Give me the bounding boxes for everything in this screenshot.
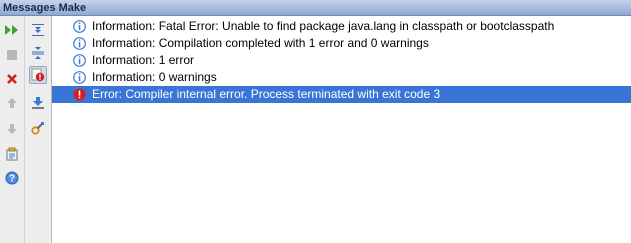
previous-message-button[interactable] [3, 94, 21, 112]
rerun-icon [5, 25, 18, 35]
previous-icon [7, 98, 17, 108]
right-toolbar [25, 16, 52, 243]
settings-button[interactable] [29, 119, 47, 137]
info-icon [73, 37, 86, 50]
window-title: Messages Make [3, 2, 87, 14]
messages-titlebar: Messages Make [0, 0, 631, 16]
autoscroll-button[interactable] [29, 94, 47, 112]
collapse-all-button[interactable] [29, 44, 47, 62]
rerun-button[interactable] [3, 21, 21, 39]
filter-errors-icon [31, 68, 45, 82]
filter-errors-button[interactable] [29, 66, 47, 84]
message-row-selected[interactable]: Error: Compiler internal error. Process … [52, 86, 631, 103]
error-icon [73, 88, 86, 101]
expand-all-button[interactable] [29, 21, 47, 39]
svg-text:?: ? [9, 174, 15, 185]
collapse-all-icon [32, 47, 44, 59]
settings-icon [31, 122, 44, 135]
help-icon: ? [5, 171, 19, 185]
help-button[interactable]: ? [3, 169, 21, 187]
info-icon [73, 20, 86, 33]
close-button[interactable] [3, 70, 21, 88]
messages-list[interactable]: Information: Fatal Error: Unable to find… [52, 16, 631, 243]
autoscroll-icon [32, 97, 44, 109]
message-row[interactable]: Information: 1 error [52, 52, 631, 69]
message-row[interactable]: Information: 0 warnings [52, 69, 631, 86]
info-icon [73, 71, 86, 84]
message-text: Information: Fatal Error: Unable to find… [92, 19, 555, 33]
info-icon [73, 54, 86, 67]
next-message-button[interactable] [3, 120, 21, 138]
stop-icon [7, 50, 17, 60]
expand-all-icon [32, 24, 44, 36]
message-text: Information: 1 error [92, 53, 195, 67]
message-row[interactable]: Information: Compilation completed with … [52, 35, 631, 52]
message-text: Error: Compiler internal error. Process … [92, 87, 441, 101]
export-button[interactable] [3, 145, 21, 163]
next-icon [7, 124, 17, 134]
left-toolbar: ? [0, 16, 25, 243]
message-row[interactable]: Information: Fatal Error: Unable to find… [52, 18, 631, 35]
message-text: Information: Compilation completed with … [92, 36, 429, 50]
message-text: Information: 0 warnings [92, 70, 217, 84]
stop-button[interactable] [3, 46, 21, 64]
close-icon [7, 74, 17, 84]
export-icon [6, 147, 18, 161]
